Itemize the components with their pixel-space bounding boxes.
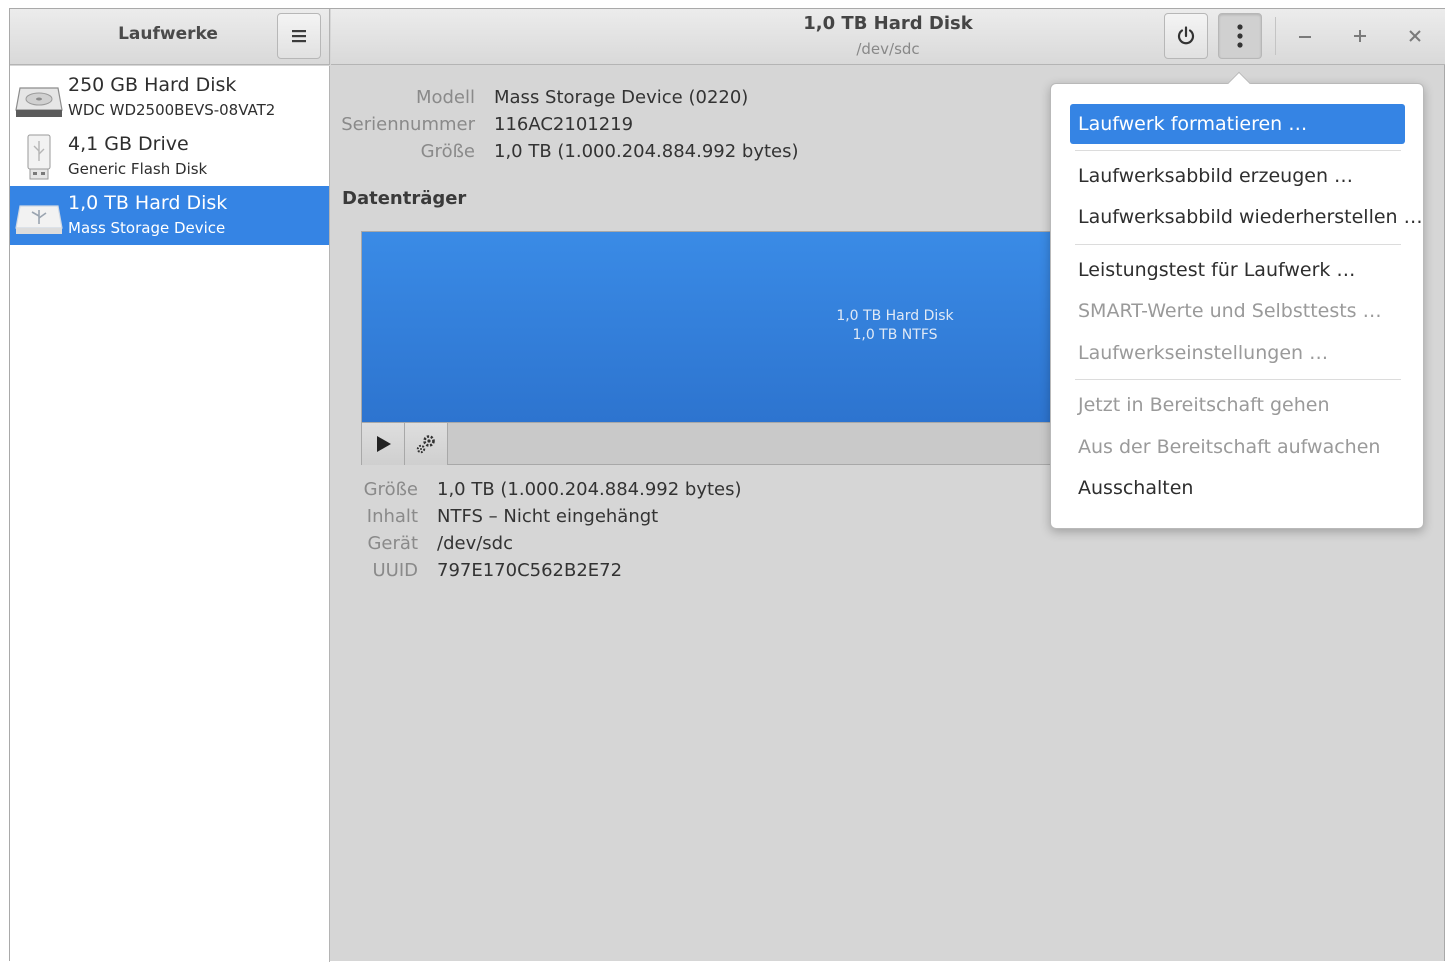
menu-item-drive-settings[interactable]: Laufwerkseinstellungen … — [1070, 333, 1405, 373]
menu-item-smart-data[interactable]: SMART-Werte und Selbsttests … — [1070, 291, 1405, 331]
sidebar-header: Laufwerke — [10, 9, 330, 65]
drive-description: WDC WD2500BEVS-08VAT2 — [68, 101, 276, 119]
size-value: 1,0 TB (1.000.204.884.992 bytes) — [494, 141, 799, 162]
partition-content-label: Inhalt — [366, 506, 418, 527]
partition-options-button[interactable] — [405, 423, 448, 465]
menu-item-standby-now[interactable]: Jetzt in Bereitschaft gehen — [1070, 385, 1405, 425]
menu-separator — [1075, 244, 1401, 245]
header-separator — [1275, 17, 1276, 55]
volumes-section-title: Datenträger — [342, 188, 467, 209]
app-menu-button[interactable] — [277, 13, 321, 59]
drive-description: Mass Storage Device — [68, 219, 226, 237]
drive-name: 4,1 GB Drive — [68, 133, 189, 155]
more-vertical-icon — [1237, 24, 1243, 48]
size-label: Größe — [420, 141, 475, 162]
drive-subtitle: /dev/sdc — [856, 40, 920, 58]
partition-size-value: 1,0 TB (1.000.204.884.992 bytes) — [437, 479, 742, 500]
menu-item-power-off[interactable]: Ausschalten — [1070, 468, 1405, 508]
drive-name: 1,0 TB Hard Disk — [68, 192, 228, 214]
usb-drive-icon — [27, 134, 51, 180]
drive-list-item-250gb[interactable]: 250 GB Hard Disk WDC WD2500BEVS-08VAT2 — [10, 68, 329, 127]
menu-item-benchmark[interactable]: Leistungstest für Laufwerk … — [1070, 250, 1405, 290]
power-off-button[interactable] — [1164, 13, 1208, 59]
drive-list-item-4gb[interactable]: 4,1 GB Drive Generic Flash Disk — [10, 127, 329, 186]
partition-uuid-label: UUID — [372, 560, 418, 581]
serial-label: Seriennummer — [341, 114, 475, 135]
menu-separator — [1075, 379, 1401, 380]
drive-options-button[interactable] — [1218, 13, 1262, 59]
drive-options-menu: Laufwerk formatieren … Laufwerksabbild e… — [1050, 71, 1424, 529]
close-button[interactable] — [1402, 23, 1428, 49]
drive-list-item-1tb[interactable]: 1,0 TB Hard Disk Mass Storage Device — [10, 186, 329, 245]
partition-content-value: NTFS – Nicht eingehängt — [437, 506, 659, 527]
menu-item-format-drive[interactable]: Laufwerk formatieren … — [1070, 104, 1405, 144]
minimize-button[interactable] — [1292, 23, 1318, 49]
drive-list: 250 GB Hard Disk WDC WD2500BEVS-08VAT2 4… — [10, 66, 330, 962]
usb-harddisk-icon — [15, 205, 63, 234]
menu-item-wake-up[interactable]: Aus der Bereitschaft aufwachen — [1070, 427, 1405, 467]
partition-size-label: Größe — [363, 479, 418, 500]
menu-item-restore-image[interactable]: Laufwerksabbild wiederherstellen … — [1070, 197, 1423, 237]
main-header: 1,0 TB Hard Disk /dev/sdc — [331, 9, 1445, 65]
gears-icon — [416, 435, 435, 454]
partition-uuid-value: 797E170C562B2E72 — [437, 560, 623, 581]
maximize-button[interactable] — [1347, 23, 1373, 49]
partition-device-value: /dev/sdc — [437, 533, 513, 554]
partition-device-label: Gerät — [367, 533, 418, 554]
menu-item-create-image[interactable]: Laufwerksabbild erzeugen … — [1070, 156, 1405, 196]
close-icon — [1409, 30, 1421, 42]
serial-value: 116AC2101219 — [494, 114, 634, 135]
mount-button[interactable] — [362, 423, 405, 465]
hamburger-icon — [292, 30, 306, 43]
play-icon — [377, 436, 391, 452]
harddisk-icon — [15, 87, 63, 117]
drive-description: Generic Flash Disk — [68, 160, 208, 178]
power-icon — [1177, 26, 1195, 45]
model-value: Mass Storage Device (0220) — [494, 87, 749, 108]
maximize-icon — [1354, 30, 1366, 42]
minimize-icon — [1299, 36, 1311, 38]
drive-title: 1,0 TB Hard Disk — [803, 13, 973, 34]
model-label: Modell — [415, 87, 475, 108]
drive-name: 250 GB Hard Disk — [68, 74, 237, 96]
menu-separator — [1075, 150, 1401, 151]
